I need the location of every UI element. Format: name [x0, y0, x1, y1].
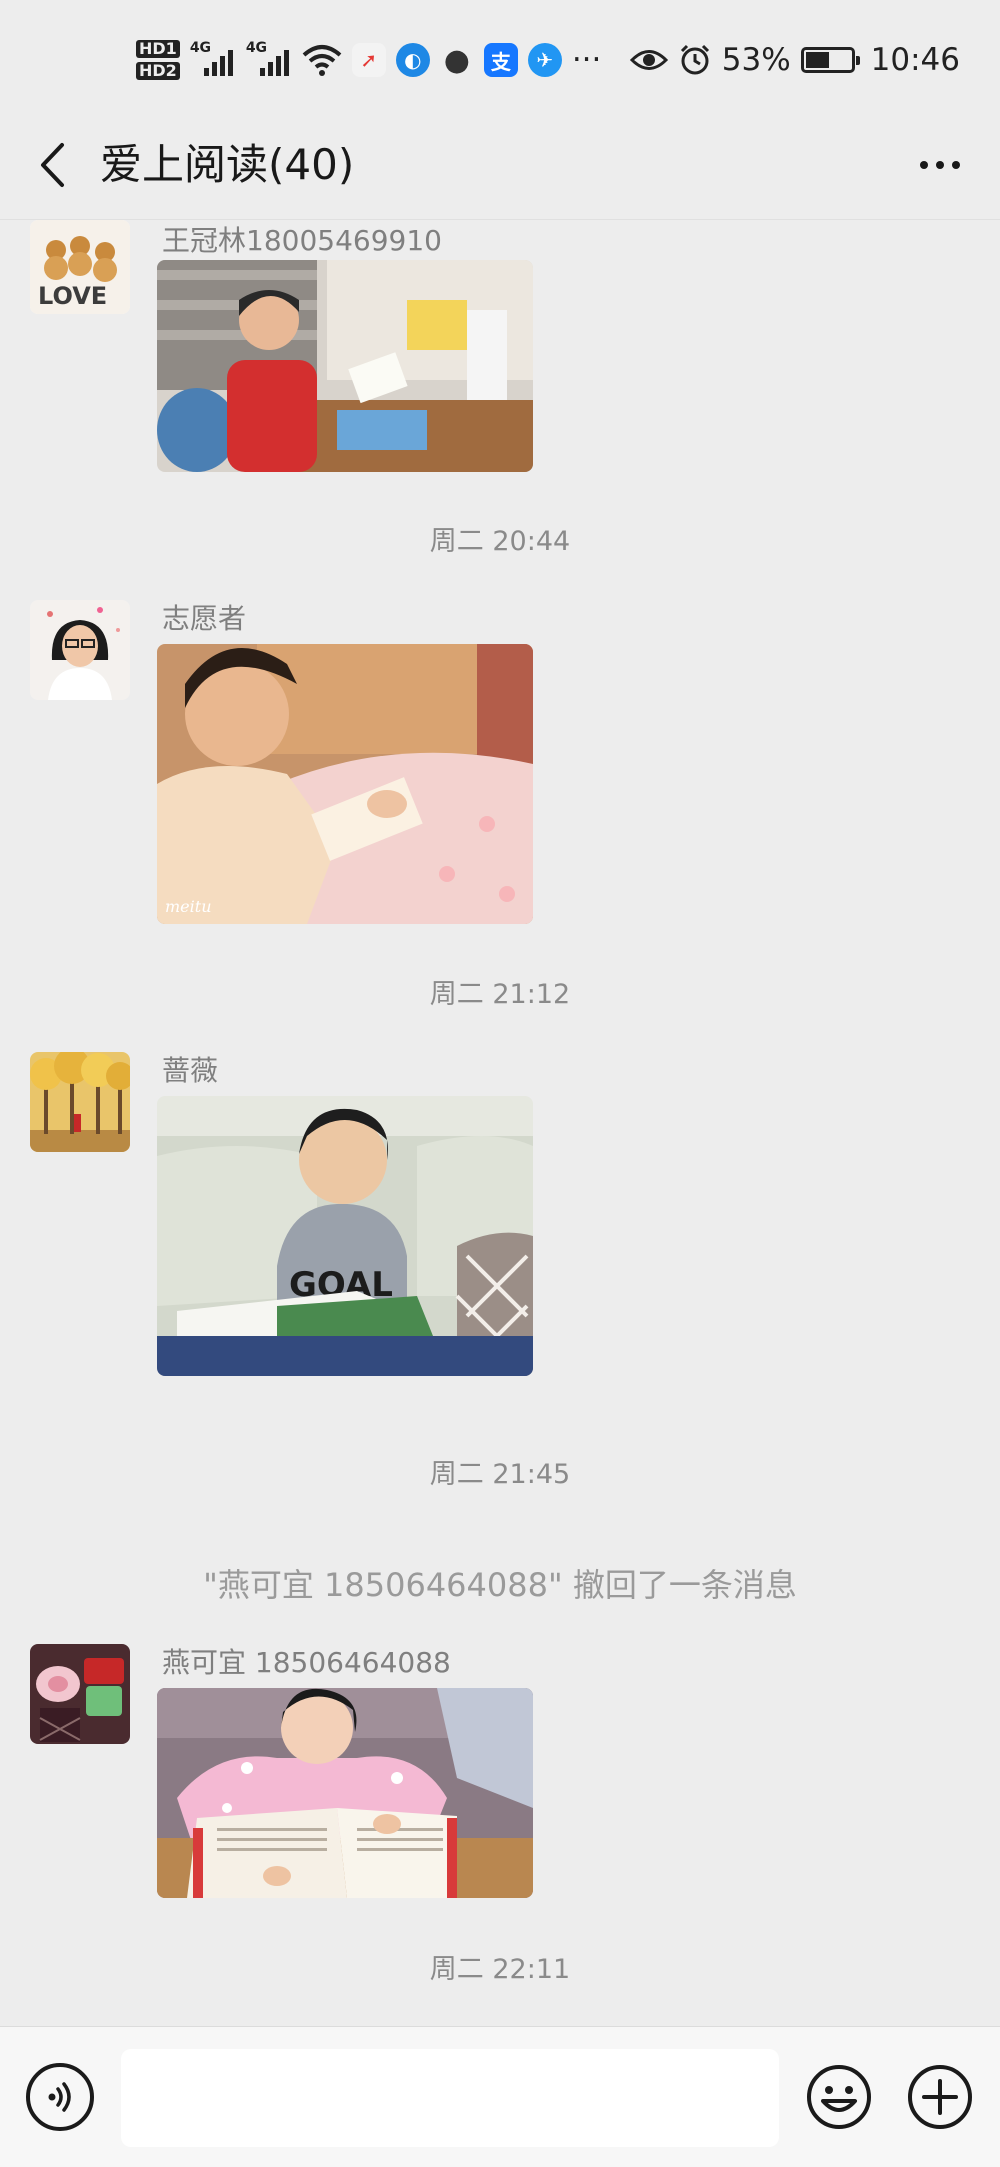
photo-girl-reading-book — [157, 1688, 533, 1898]
chevron-left-icon — [41, 143, 64, 187]
svg-text:LOVE: LOVE — [38, 282, 107, 310]
image-message[interactable]: meitu — [157, 644, 533, 924]
sender-name: 蔷薇 — [162, 1054, 219, 1087]
photo-boy-reading-on-sofa: GOAL — [157, 1096, 533, 1376]
input-bar — [0, 2026, 1000, 2167]
browser-icon: ◐ — [395, 43, 430, 77]
avatar[interactable] — [30, 600, 130, 700]
back-button[interactable] — [26, 138, 80, 192]
vpn-icon: ✈ — [527, 43, 562, 77]
photo-boy-reading-on-bed: meitu — [157, 644, 533, 924]
gift-box-avatar — [30, 1644, 130, 1744]
wifi-icon — [302, 45, 342, 76]
sender-name: 燕可宜 18506464088 — [162, 1646, 451, 1679]
photo-boy-reading-at-desk — [157, 260, 533, 472]
sender-name: 志愿者 — [162, 602, 247, 635]
more-dots-icon — [920, 161, 928, 169]
battery-percent: 53% — [721, 42, 791, 78]
voice-icon — [48, 2082, 71, 2112]
plus-icon — [908, 2065, 972, 2129]
avatar[interactable] — [30, 1052, 130, 1152]
emoji-icon — [807, 2065, 871, 2129]
signal-icon-2: 4G — [246, 40, 292, 80]
avatar[interactable]: LOVE — [30, 220, 130, 314]
emoji-button[interactable] — [805, 2063, 873, 2131]
chat-screen: HD1 HD2 4G 4G ➚ ◐ ● 支 ✈ ··· 53% 10:46 爱上… — [0, 0, 1000, 2167]
hd1-badge: HD1 — [136, 40, 180, 58]
more-button[interactable] — [910, 140, 970, 190]
avatar[interactable] — [30, 1644, 130, 1744]
signal-icon: 4G — [190, 40, 236, 80]
chat-title: 爱上阅读(40) — [100, 140, 355, 189]
timestamp: 周二 22:11 — [429, 1954, 571, 1985]
sender-name: 王冠林18005469910 — [162, 224, 442, 257]
autumn-trees-avatar — [30, 1052, 130, 1152]
status-bar: HD1 HD2 4G 4G ➚ ◐ ● 支 ✈ ··· 53% 10:46 — [0, 0, 1000, 110]
love-bears-avatar: LOVE — [30, 220, 130, 314]
recalled-message-notice: "燕可宜 18506464088" 撤回了一条消息 — [203, 1566, 797, 1604]
chat-header: 爱上阅读(40) — [0, 110, 1000, 220]
voice-button[interactable] — [26, 2063, 94, 2131]
alarm-icon — [680, 44, 709, 75]
message-list[interactable]: LOVE 王冠林18005469910 周二 20:44 志愿者 meitu 周… — [0, 220, 1000, 2026]
message-input[interactable] — [121, 2049, 779, 2147]
timestamp: 周二 21:45 — [429, 1459, 571, 1490]
timestamp: 周二 20:44 — [429, 526, 571, 557]
image-message[interactable] — [157, 260, 533, 472]
clock: 10:46 — [870, 42, 960, 78]
more-notifications-icon: ··· — [571, 42, 602, 78]
alipay-icon: 支 — [483, 43, 518, 77]
status-right: 53% 10:46 — [629, 30, 960, 90]
chat-bubble-icon: ● — [443, 42, 470, 78]
eye-comfort-icon — [629, 50, 668, 70]
app-notification-icon: ➚ — [351, 43, 386, 77]
woman-with-glasses-avatar — [30, 600, 130, 700]
timestamp: 周二 21:12 — [429, 979, 571, 1010]
hd2-badge: HD2 — [136, 62, 180, 80]
status-left: HD1 HD2 4G 4G ➚ ◐ ● 支 ✈ ··· — [136, 30, 601, 90]
battery-fill — [805, 52, 829, 68]
image-message[interactable] — [157, 1688, 533, 1898]
image-message[interactable]: GOAL — [157, 1096, 533, 1376]
svg-text:meitu: meitu — [165, 897, 212, 916]
more-functions-button[interactable] — [906, 2063, 974, 2131]
battery-icon — [800, 47, 860, 73]
hd-badges: HD1 HD2 — [136, 40, 180, 80]
